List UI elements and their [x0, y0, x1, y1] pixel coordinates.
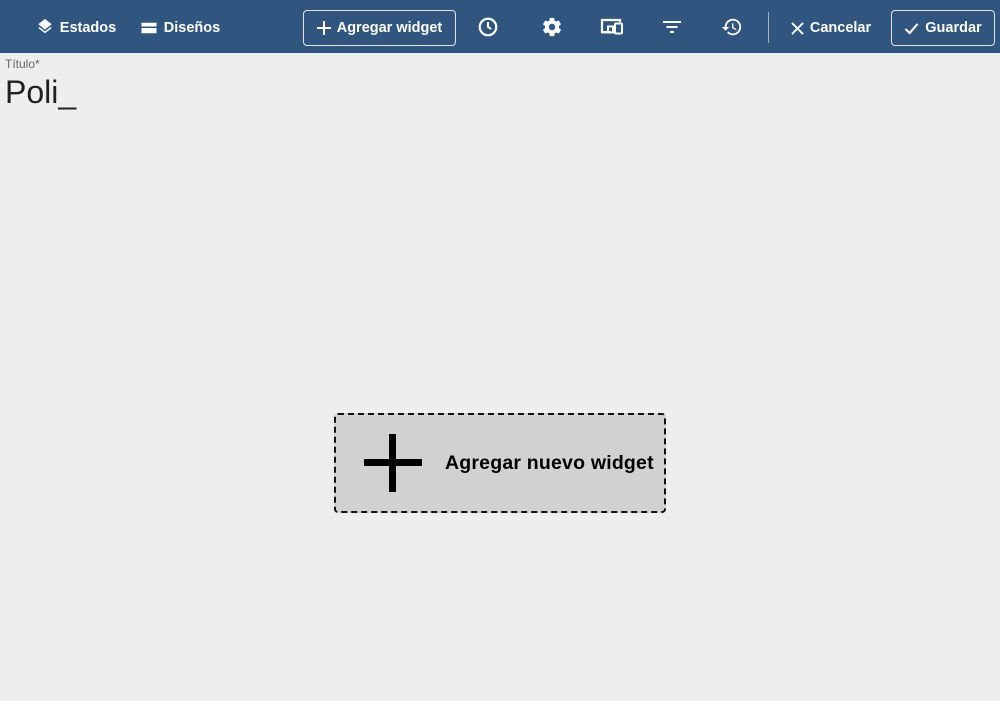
title-field[interactable]: Poli_	[5, 74, 76, 110]
filter-icon	[662, 17, 682, 37]
top-toolbar: Estados Diseños Agregar widget Cancelar …	[0, 0, 1000, 53]
check-icon	[904, 22, 919, 35]
plus-icon	[316, 21, 331, 35]
devices-button[interactable]	[592, 7, 632, 47]
filter-button[interactable]	[652, 7, 692, 47]
clock-button[interactable]	[468, 7, 508, 47]
cancel-label: Cancelar	[809, 20, 872, 36]
large-plus-icon	[364, 434, 422, 492]
devices-icon	[600, 16, 624, 38]
save-label: Guardar	[925, 20, 982, 36]
gear-icon	[541, 16, 563, 38]
close-icon	[791, 21, 804, 35]
add-widget-button[interactable]: Agregar widget	[303, 10, 456, 46]
layers-icon	[36, 19, 54, 37]
cancel-button[interactable]: Cancelar	[784, 10, 878, 46]
add-new-widget-placeholder[interactable]: Agregar nuevo widget	[334, 413, 666, 513]
layout-icon	[140, 19, 158, 37]
history-icon	[721, 16, 743, 38]
history-button[interactable]	[712, 7, 752, 47]
add-widget-label: Agregar widget	[336, 20, 443, 36]
title-field-label: Título*	[5, 57, 40, 71]
save-button[interactable]: Guardar	[891, 10, 995, 46]
states-label: Estados	[59, 20, 117, 36]
states-button[interactable]: Estados	[36, 10, 116, 46]
layouts-label: Diseños	[163, 20, 221, 36]
layouts-button[interactable]: Diseños	[140, 10, 220, 46]
settings-button[interactable]	[532, 7, 572, 47]
add-new-widget-label: Agregar nuevo widget	[445, 452, 654, 474]
toolbar-divider	[768, 12, 769, 43]
clock-icon	[477, 16, 499, 38]
